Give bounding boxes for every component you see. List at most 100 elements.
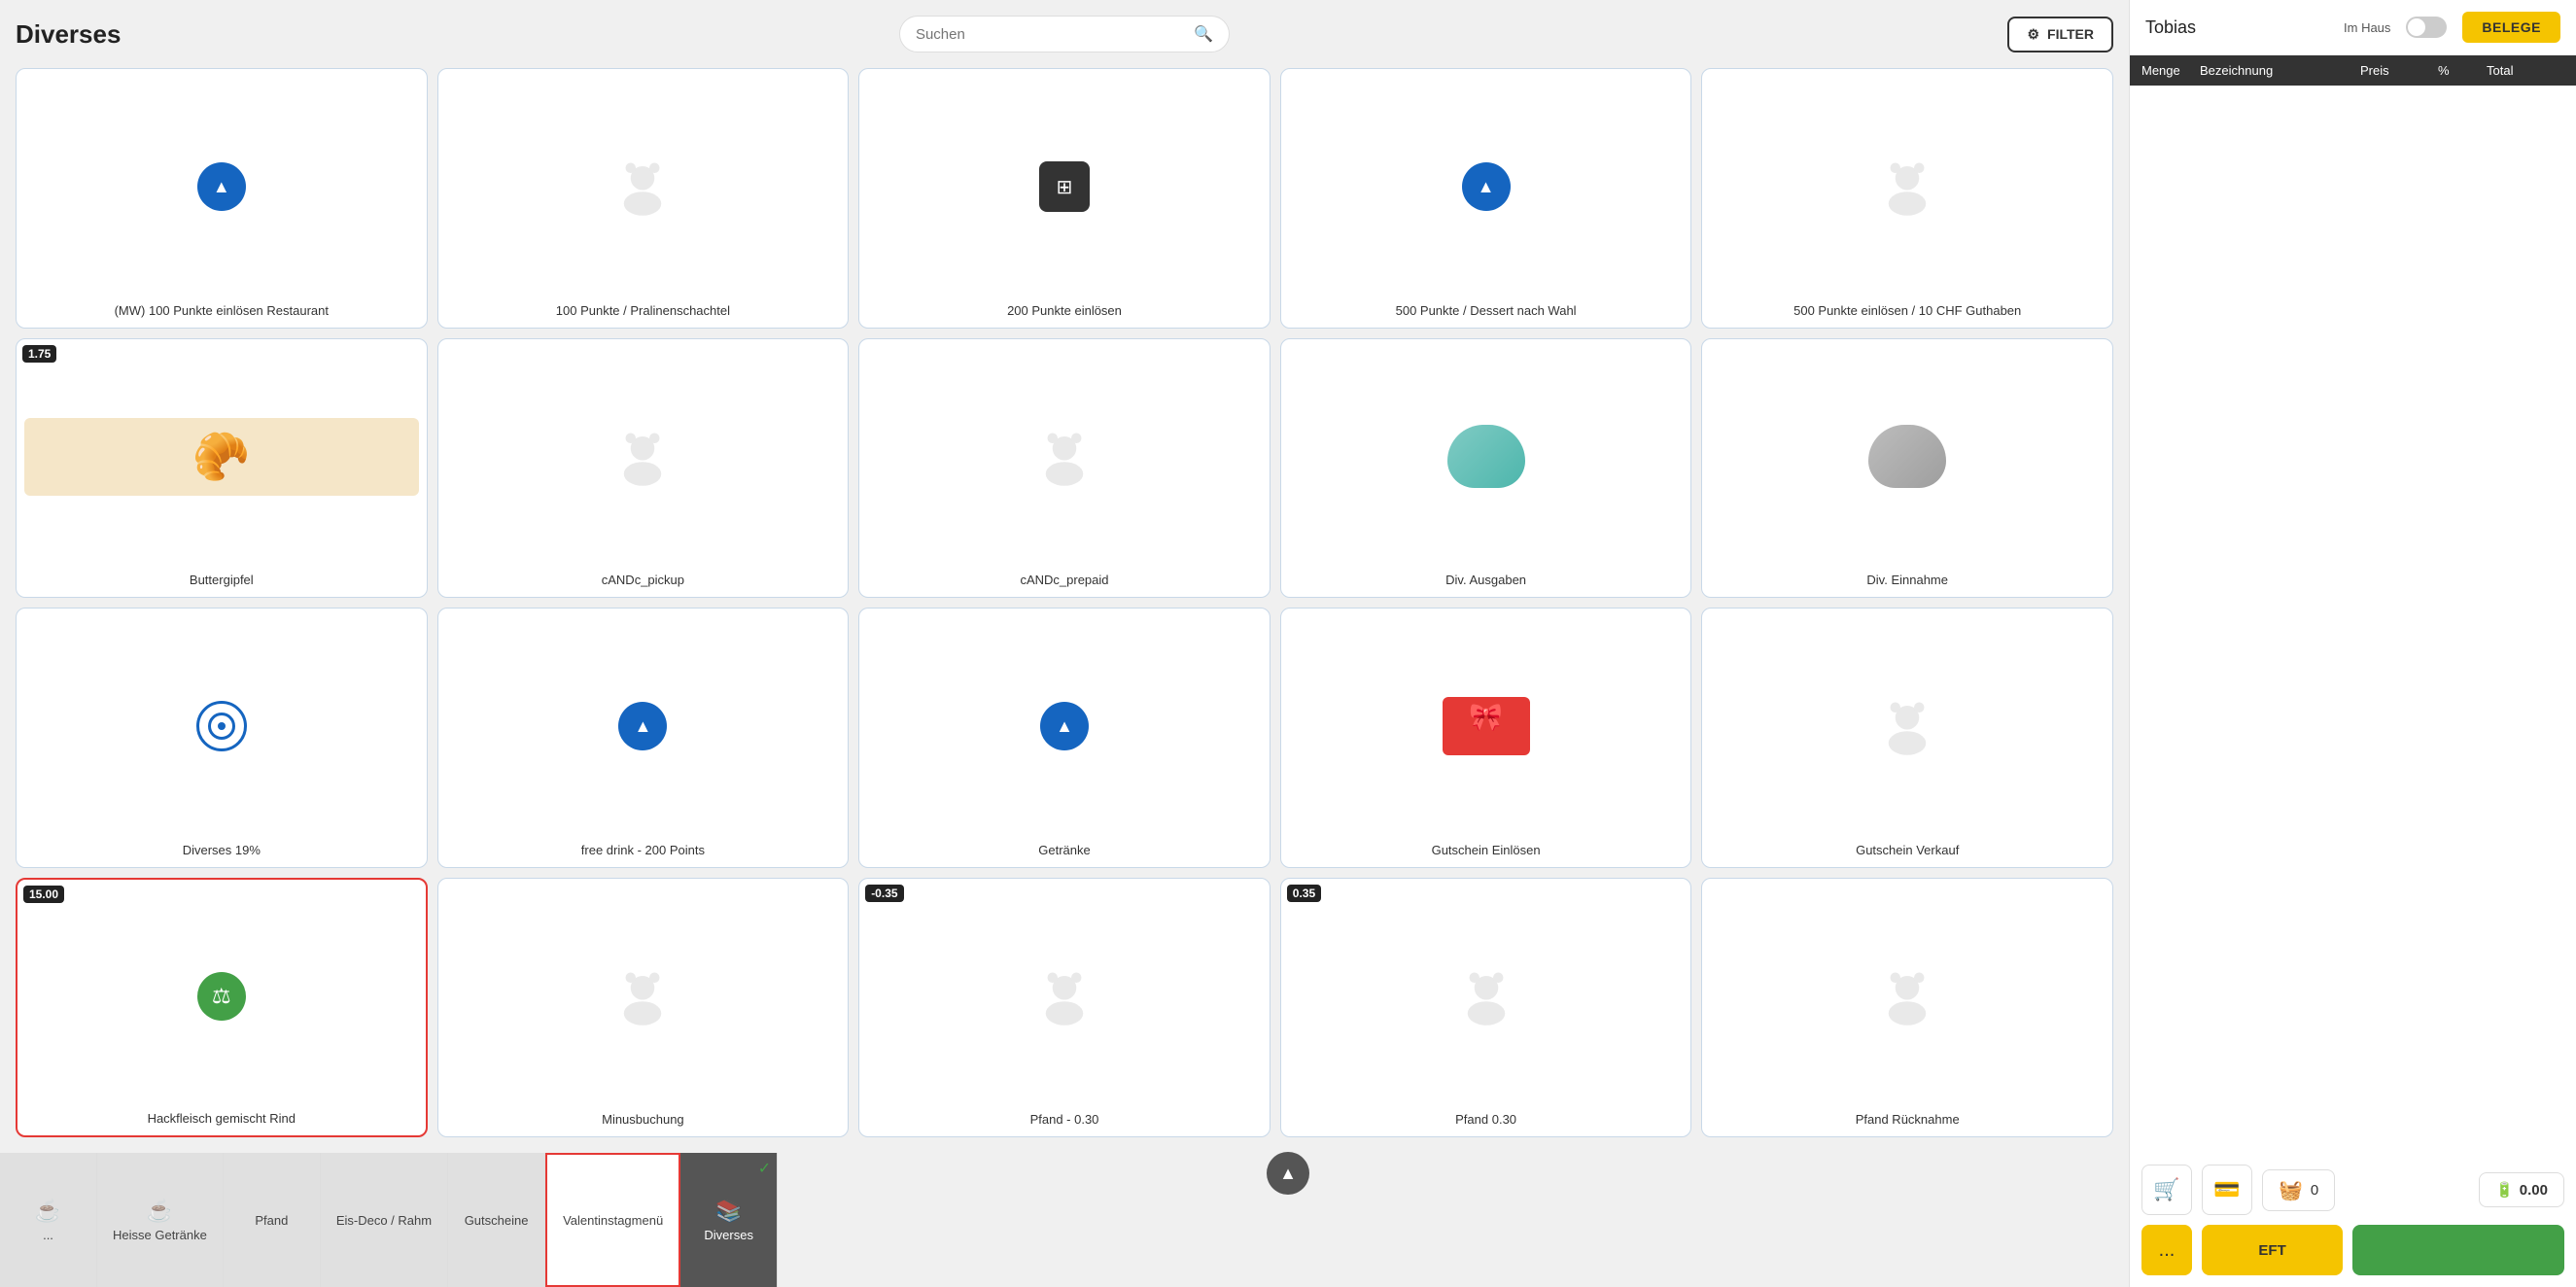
- eft-button[interactable]: EFT: [2202, 1225, 2343, 1275]
- placeholder-icon: [609, 423, 677, 491]
- price-badge: 15.00: [23, 886, 64, 903]
- product-label: Pfand - 0.30: [1030, 1112, 1099, 1129]
- placeholder-icon: [1452, 962, 1520, 1030]
- product-card-p17[interactable]: Minusbuchung: [437, 878, 850, 1138]
- belege-button[interactable]: BELEGE: [2462, 12, 2560, 43]
- price-badge: 1.75: [22, 345, 56, 363]
- bottom-section: ☕...☕Heisse GetränkePfandEis-Deco / Rahm…: [0, 1153, 2576, 1287]
- header: Diverses 🔍 ⚙ FILTER: [16, 16, 2113, 52]
- placeholder-icon: [609, 962, 677, 1030]
- category-tab-c3[interactable]: Pfand: [224, 1153, 321, 1287]
- placeholder-icon: [1873, 962, 1941, 1030]
- product-image: [446, 77, 841, 297]
- pay-button[interactable]: [2352, 1225, 2564, 1275]
- cat-tab-icon: 📚: [715, 1199, 742, 1224]
- product-image: ⊞: [867, 77, 1262, 297]
- placeholder-icon: [1873, 153, 1941, 221]
- product-card-p20[interactable]: Pfand Rücknahme: [1701, 878, 2113, 1138]
- product-image: [1289, 77, 1684, 297]
- product-card-p4[interactable]: 500 Punkte / Dessert nach Wahl: [1280, 68, 1692, 329]
- blue-circle-icon: [1462, 162, 1511, 211]
- col-total: Total: [2487, 63, 2564, 78]
- category-tab-c7[interactable]: 📚Diverses✓: [680, 1153, 778, 1287]
- product-card-p12[interactable]: free drink - 200 Points: [437, 608, 850, 868]
- cart-button[interactable]: 🛒: [2141, 1165, 2192, 1215]
- product-card-p8[interactable]: cANDc_prepaid: [858, 338, 1271, 599]
- cat-tab-icon: ☕: [147, 1199, 173, 1224]
- product-image: 🎀: [1289, 616, 1684, 837]
- product-card-p5[interactable]: 500 Punkte einlösen / 10 CHF Guthaben: [1701, 68, 2113, 329]
- target-icon: [196, 701, 247, 751]
- receipt-table-header: Menge Bezeichnung Preis % Total: [2130, 55, 2576, 86]
- product-image: [1710, 347, 2105, 568]
- product-card-p2[interactable]: 100 Punkte / Pralinenschachtel: [437, 68, 850, 329]
- category-tab-c4[interactable]: Eis-Deco / Rahm: [321, 1153, 448, 1287]
- product-card-p18[interactable]: -0.35Pfand - 0.30: [858, 878, 1271, 1138]
- category-tabs: ☕...☕Heisse GetränkePfandEis-Deco / Rahm…: [0, 1153, 2129, 1287]
- scroll-up-button[interactable]: ▲: [1267, 1152, 1309, 1195]
- product-label: 100 Punkte / Pralinenschachtel: [556, 303, 730, 320]
- product-card-p11[interactable]: Diverses 19%: [16, 608, 428, 868]
- blue-circle-icon: [197, 162, 246, 211]
- product-card-p15[interactable]: Gutschein Verkauf: [1701, 608, 2113, 868]
- product-card-p3[interactable]: ⊞200 Punkte einlösen: [858, 68, 1271, 329]
- product-image: [1289, 347, 1684, 568]
- product-label: 500 Punkte / Dessert nach Wahl: [1396, 303, 1577, 320]
- product-card-p1[interactable]: (MW) 100 Punkte einlösen Restaurant: [16, 68, 428, 329]
- product-label: Div. Einnahme: [1866, 573, 1948, 589]
- gift-card-icon: 🎀: [1443, 697, 1530, 755]
- col-preis: Preis: [2360, 63, 2438, 78]
- product-card-p16[interactable]: 15.00⚖ Hackfleisch gemischt Rind: [16, 878, 428, 1138]
- product-label: Gutschein Einlösen: [1432, 843, 1541, 859]
- total-amount: 🔋 0.00: [2479, 1172, 2564, 1207]
- search-bar[interactable]: 🔍: [899, 16, 1230, 52]
- placeholder-icon: [609, 153, 677, 221]
- filter-icon: ⚙: [2027, 26, 2039, 43]
- dots-button[interactable]: ...: [2141, 1225, 2192, 1275]
- product-image: [867, 887, 1262, 1107]
- product-image: [1710, 77, 2105, 297]
- piggy-green-icon: [1447, 425, 1525, 488]
- card-button[interactable]: 💳: [2202, 1165, 2252, 1215]
- product-card-p19[interactable]: 0.35 Pfand 0.30: [1280, 878, 1692, 1138]
- product-image: [867, 616, 1262, 837]
- im-haus-toggle[interactable]: [2406, 17, 2447, 38]
- category-tab-c6[interactable]: Valentinstagmenü: [545, 1153, 680, 1287]
- cat-tab-label: ...: [43, 1228, 53, 1242]
- product-label: Hackfleisch gemischt Rind: [148, 1111, 296, 1128]
- category-tab-c5[interactable]: Gutscheine: [448, 1153, 545, 1287]
- product-image: [1289, 887, 1684, 1107]
- cat-tab-icon: ☕: [35, 1199, 61, 1224]
- placeholder-icon: [1030, 423, 1098, 491]
- category-tab-c1[interactable]: ☕...: [0, 1153, 97, 1287]
- search-input[interactable]: [916, 26, 1194, 43]
- product-card-p10[interactable]: Div. Einnahme: [1701, 338, 2113, 599]
- product-card-p14[interactable]: 🎀 Gutschein Einlösen: [1280, 608, 1692, 868]
- product-card-p7[interactable]: cANDc_pickup: [437, 338, 850, 599]
- product-label: (MW) 100 Punkte einlösen Restaurant: [115, 303, 329, 320]
- filter-button[interactable]: ⚙ FILTER: [2007, 17, 2113, 52]
- col-bezeichnung: Bezeichnung: [2200, 63, 2360, 78]
- product-card-p6[interactable]: 1.75🥐Buttergipfel: [16, 338, 428, 599]
- filter-label: FILTER: [2047, 26, 2094, 42]
- products-grid: (MW) 100 Punkte einlösen Restaurant 100 P…: [16, 68, 2113, 1137]
- category-tab-c2[interactable]: ☕Heisse Getränke: [97, 1153, 224, 1287]
- total-value: 0.00: [2520, 1182, 2548, 1199]
- price-badge: 0.35: [1287, 885, 1321, 902]
- product-label: Pfand 0.30: [1455, 1112, 1516, 1129]
- placeholder-icon: [1030, 962, 1098, 1030]
- product-card-p9[interactable]: Div. Ausgaben: [1280, 338, 1692, 599]
- product-image: ⚖: [25, 887, 418, 1106]
- product-label: Pfand Rücknahme: [1856, 1112, 1960, 1129]
- placeholder-icon: [1873, 692, 1941, 760]
- product-label: Diverses 19%: [183, 843, 261, 859]
- product-label: Buttergipfel: [190, 573, 254, 589]
- product-image: [446, 616, 841, 837]
- product-card-p13[interactable]: Getränke: [858, 608, 1271, 868]
- user-name: Tobias: [2145, 17, 2196, 38]
- blue-circle-icon: [1040, 702, 1089, 750]
- page-title: Diverses: [16, 19, 121, 50]
- product-image: [1710, 887, 2105, 1107]
- product-label: cANDc_prepaid: [1020, 573, 1108, 589]
- left-panel: Diverses 🔍 ⚙ FILTER (MW) 100 Punkte einl…: [0, 0, 2129, 1153]
